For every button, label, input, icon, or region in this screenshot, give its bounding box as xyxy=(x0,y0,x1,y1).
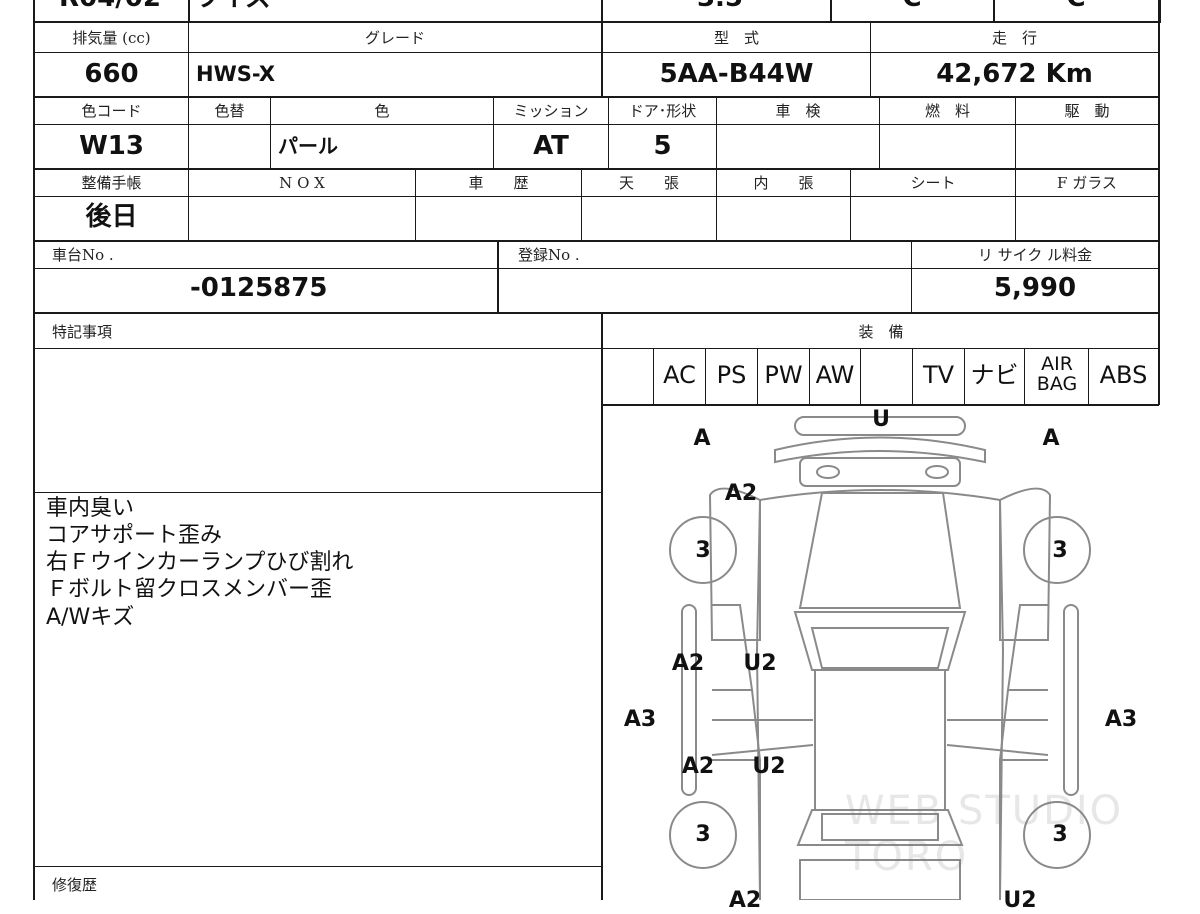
mark-wheel-fl: 3 xyxy=(695,538,711,563)
watermark: WEB STUDIO TORO xyxy=(845,788,1124,880)
mark-front-door-a: A2 xyxy=(671,651,705,676)
note-line: 右Ｆウインカーランプひび割れ xyxy=(46,550,354,575)
mileage-value: 42,672 Km xyxy=(936,59,1093,89)
note-line: A/Wキズ xyxy=(46,605,135,630)
header-interior-trim: 内 張 xyxy=(753,174,814,192)
note-line: コアサポート歪み xyxy=(46,523,223,548)
mark-right-side: A3 xyxy=(1104,707,1138,732)
header-fuel: 燃 料 xyxy=(924,102,970,120)
header-nox: N O X xyxy=(279,174,325,192)
header-registration-no: 登録No . xyxy=(518,246,580,264)
recycle-fee-value: 5,990 xyxy=(993,273,1077,303)
mark-hood: A2 xyxy=(724,481,758,506)
note-line: 車内臭い xyxy=(46,496,135,521)
equipment-item-navi: ナビ xyxy=(970,361,1019,389)
equipment-item-airbag: AIR BAG xyxy=(1036,353,1078,395)
color-value: パール xyxy=(278,134,338,158)
equipment-item-ps: PS xyxy=(716,361,747,389)
header-doors-shape: ドア･形状 xyxy=(628,102,697,120)
header-color-change: 色替 xyxy=(214,102,245,120)
header-model-code: 型 式 xyxy=(713,29,759,47)
mark-front-door-u: U2 xyxy=(743,651,777,676)
color-code-value: W13 xyxy=(79,131,144,161)
header-grade: グレード xyxy=(364,29,425,47)
displacement-value: 660 xyxy=(84,59,139,89)
mark-rear-door-a: A2 xyxy=(681,754,715,779)
header-history: 車 歴 xyxy=(468,174,529,192)
service-book-value: 後日 xyxy=(85,202,138,232)
header-color: 色 xyxy=(374,102,390,120)
header-roof: 天 張 xyxy=(618,174,679,192)
mark-bottom-right: U2 xyxy=(1003,888,1037,913)
repair-history-header: 修復歴 xyxy=(52,876,98,894)
equipment-header: 装 備 xyxy=(858,323,904,341)
model-code-value: 5AA-B44W xyxy=(659,59,814,89)
mark-bottom-left: A2 xyxy=(728,888,762,913)
header-transmission: ミッション xyxy=(513,102,589,120)
doors-shape-value: 5 xyxy=(653,131,672,161)
header-seat: シート xyxy=(910,174,956,192)
equipment-item-pw: PW xyxy=(764,361,803,389)
notes-header: 特記事項 xyxy=(52,323,113,341)
mark-wheel-rl: 3 xyxy=(695,822,711,847)
auction-date: R04/02 xyxy=(40,0,180,18)
equipment-item-aw: AW xyxy=(815,361,855,389)
mark-front-right: A xyxy=(1042,426,1060,451)
auction-score: 3.5 xyxy=(610,0,830,18)
mark-front-center: U xyxy=(872,407,890,432)
header-inspection: 車 検 xyxy=(775,102,821,120)
equipment-item-ac: AC xyxy=(663,361,696,389)
transmission-value: AT xyxy=(533,131,569,161)
interior-grade: C xyxy=(832,0,992,18)
header-service-book: 整備手帳 xyxy=(81,174,142,192)
header-mileage: 走 行 xyxy=(991,29,1037,47)
header-color-code: 色コード xyxy=(81,102,142,120)
note-line: Ｆボルト留クロスメンバー歪 xyxy=(46,577,333,602)
header-recycle-fee: リ サイク ル料金 xyxy=(977,246,1093,264)
exterior-grade: C xyxy=(994,0,1158,18)
header-drive: 駆 動 xyxy=(1064,102,1110,120)
equipment-item-abs: ABS xyxy=(1099,361,1148,389)
model-name: ワイズ xyxy=(194,0,314,18)
mark-wheel-fr: 3 xyxy=(1052,538,1068,563)
mark-rear-door-u: U2 xyxy=(752,754,786,779)
mark-left-side: A3 xyxy=(623,707,657,732)
chassis-no-value: -0125875 xyxy=(190,273,328,303)
grade-value: HWS-X xyxy=(196,62,276,86)
header-displacement: 排気量 (cc) xyxy=(72,29,151,47)
header-chassis-no: 車台No . xyxy=(52,246,114,264)
mark-front-left: A xyxy=(693,426,711,451)
header-f-glass: F ガラス xyxy=(1057,174,1117,192)
equipment-item-tv: TV xyxy=(922,361,955,389)
